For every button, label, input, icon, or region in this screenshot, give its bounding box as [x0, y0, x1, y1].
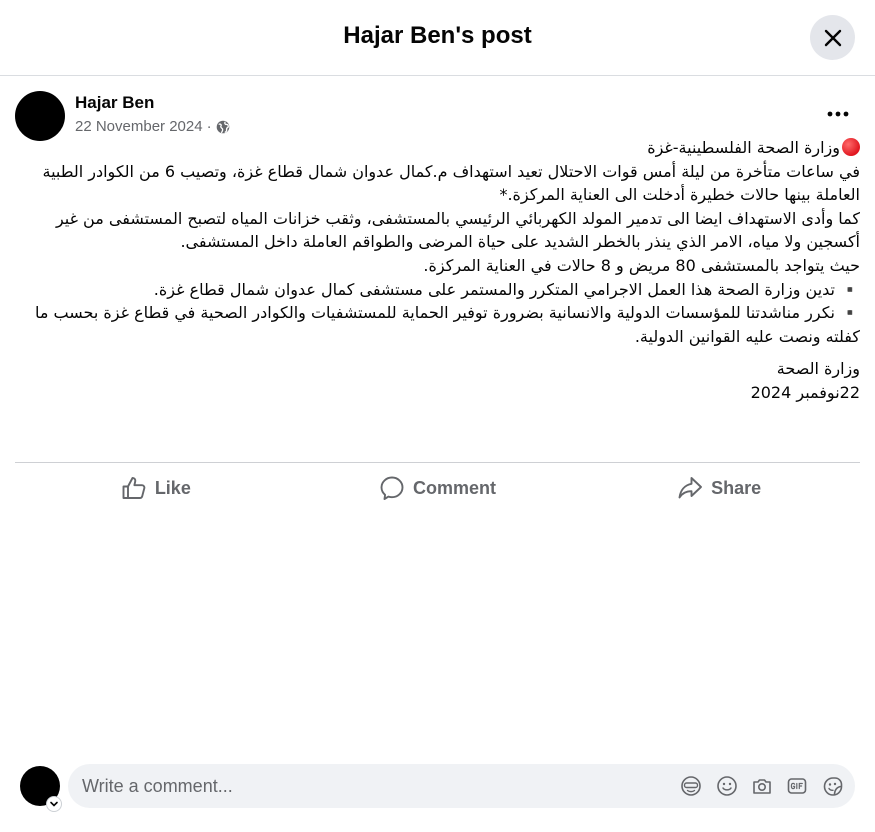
- more-options-button[interactable]: [818, 100, 858, 128]
- comment-icon: [380, 476, 404, 500]
- globe-icon[interactable]: [216, 120, 230, 134]
- post-text: وزارة الصحة الفلسطينية-غزة في ساعات متأخ…: [15, 136, 860, 405]
- comment-composer: [68, 764, 855, 808]
- author-name[interactable]: Hajar Ben: [75, 93, 154, 113]
- post-signature: وزارة الصحة: [776, 359, 860, 379]
- like-button[interactable]: Like: [15, 468, 297, 508]
- avatar-sticker-icon[interactable]: [680, 775, 702, 797]
- emoji-icon[interactable]: [716, 775, 738, 797]
- like-label: Like: [154, 477, 191, 498]
- post-actions: Like Comment Share: [15, 468, 860, 508]
- comment-input[interactable]: [82, 764, 662, 808]
- post-line: كما وأدى الاستهداف ايضا الى تدمير المولد…: [55, 208, 860, 252]
- dialog-header: Hajar Ben's post: [0, 0, 875, 76]
- close-icon: [824, 29, 841, 46]
- more-icon: [827, 111, 849, 117]
- comment-label: Comment: [413, 477, 497, 498]
- post-date[interactable]: 22 November 2024: [75, 118, 203, 135]
- post-meta: 22 November 2024 ·: [75, 118, 230, 135]
- gif-icon[interactable]: [786, 775, 808, 797]
- share-button[interactable]: Share: [578, 468, 860, 508]
- comment-button[interactable]: Comment: [297, 468, 579, 508]
- meta-separator: ·: [206, 118, 212, 135]
- like-icon: [122, 477, 146, 499]
- author-avatar[interactable]: [15, 91, 65, 141]
- share-icon: [678, 477, 703, 499]
- post-line: ▪️ نكرر مناشدتنا للمؤسسات الدولية والانس…: [35, 303, 860, 346]
- actions-divider: [15, 462, 860, 463]
- dialog-title: Hajar Ben's post: [343, 22, 532, 49]
- camera-icon[interactable]: [751, 775, 773, 797]
- red-circle-icon: [842, 138, 860, 156]
- close-button[interactable]: [810, 15, 855, 60]
- share-label: Share: [711, 477, 762, 498]
- post-line: حيث يتواجد بالمستشفى 80 مريض و 8 حالات ف…: [423, 255, 860, 275]
- post-line: في ساعات متأخرة من ليلة أمس قوات الاحتلا…: [42, 161, 860, 205]
- sticker-icon[interactable]: [822, 775, 844, 797]
- post-line: وزارة الصحة الفلسطينية-غزة: [15, 136, 860, 160]
- post-date-line: 22نوفمبر 2024: [750, 382, 860, 402]
- chevron-down-icon[interactable]: [46, 796, 62, 812]
- post-line: ▪️ تدين وزارة الصحة هذا العمل الاجرامي ا…: [153, 279, 860, 299]
